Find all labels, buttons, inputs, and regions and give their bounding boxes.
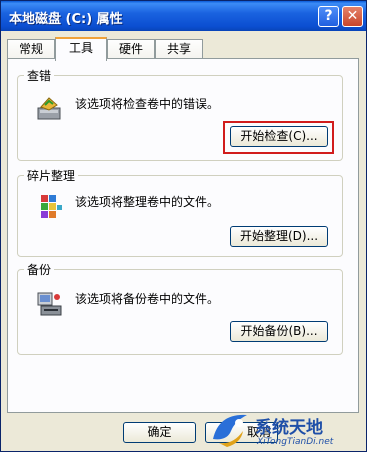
ok-button[interactable]: 确定: [123, 422, 196, 443]
help-icon[interactable]: ?: [318, 6, 339, 27]
window-title: 本地磁盘 (C:) 属性: [9, 12, 123, 27]
start-backup-button[interactable]: 开始备份(B)...: [230, 321, 328, 342]
check-disk-icon: [37, 97, 61, 120]
red-highlight-box: [223, 121, 334, 154]
watermark-logo-icon: [213, 414, 247, 447]
backup-group: 备份: [17, 261, 343, 355]
tab-hardware[interactable]: 硬件: [107, 39, 155, 59]
properties-window: 本地磁盘 (C:) 属性 ? ✕ 常规 工具 硬件 共享 查错 该选项将检查卷中…: [0, 0, 367, 452]
start-defrag-button[interactable]: 开始整理(D)...: [230, 226, 328, 247]
title-bar[interactable]: 本地磁盘 (C:) 属性 ? ✕: [1, 1, 366, 31]
tab-tools[interactable]: 工具: [55, 37, 107, 61]
watermark-text: 系统天地: [255, 418, 323, 438]
backup-description: 该选项将备份卷中的文件。: [75, 292, 220, 306]
tab-general[interactable]: 常规: [7, 39, 55, 59]
defrag-label: 碎片整理: [24, 167, 79, 184]
tab-sharing[interactable]: 共享: [155, 39, 203, 59]
error-check-label: 查错: [24, 67, 55, 84]
close-icon[interactable]: ✕: [342, 6, 363, 27]
backup-icon: [37, 292, 62, 316]
defrag-description: 该选项将整理卷中的文件。: [75, 195, 220, 209]
defrag-icon: [41, 195, 62, 218]
error-check-description: 该选项将检查卷中的错误。: [75, 97, 220, 111]
watermark-url: XiTongTianDi.net: [257, 437, 334, 447]
watermark: 系统天地 XiTongTianDi.net: [205, 407, 367, 452]
tab-strip: 常规 工具 硬件 共享: [1, 37, 366, 61]
backup-label: 备份: [24, 261, 55, 278]
